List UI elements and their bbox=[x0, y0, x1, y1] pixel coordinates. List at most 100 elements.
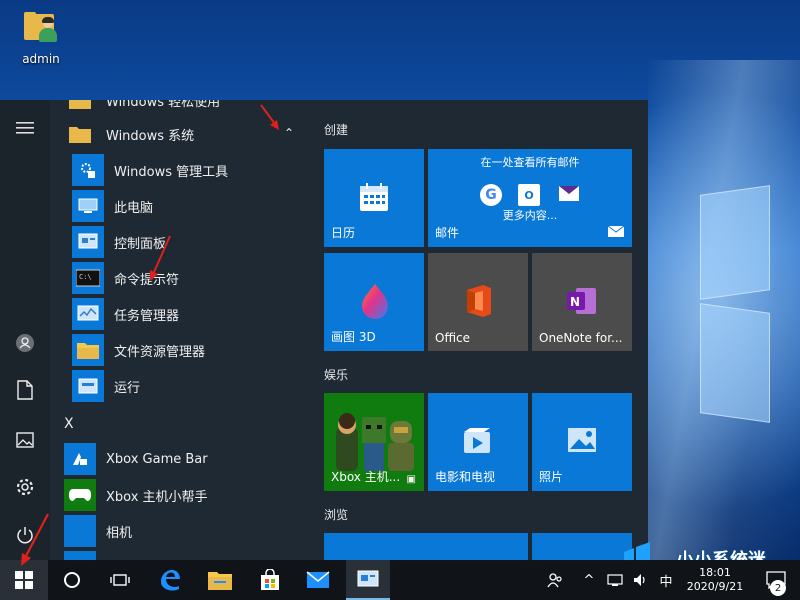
computer-icon bbox=[72, 190, 104, 222]
action-center-button[interactable]: 2 bbox=[756, 560, 796, 600]
list-item-run[interactable]: 运行 bbox=[50, 368, 308, 404]
xbox-game-bar-icon bbox=[64, 443, 96, 475]
tile-label: 邮件 bbox=[435, 226, 460, 240]
envelope-icon bbox=[558, 185, 580, 203]
list-item-label: 命令提示符 bbox=[114, 272, 180, 288]
xbox-badge-icon: ▣ bbox=[406, 474, 416, 485]
ime-indicator[interactable]: 中 bbox=[656, 560, 676, 600]
group-title-create[interactable]: 创建 bbox=[324, 121, 348, 138]
list-item-label: 相机 bbox=[106, 525, 133, 541]
search-button[interactable] bbox=[50, 560, 94, 600]
clock[interactable]: 18:01 2020/9/21 bbox=[680, 560, 750, 600]
group-title-entertainment[interactable]: 娱乐 bbox=[324, 366, 348, 383]
list-item-label: 运行 bbox=[114, 380, 141, 396]
group-title-browse[interactable]: 浏览 bbox=[324, 506, 348, 523]
task-view-icon bbox=[110, 574, 130, 586]
folder-icon bbox=[72, 334, 104, 366]
film-play-icon bbox=[462, 427, 494, 459]
list-item-label: Windows 管理工具 bbox=[114, 164, 229, 180]
start-button[interactable] bbox=[0, 560, 48, 600]
folder-icon bbox=[208, 572, 232, 590]
tile-store-partial[interactable] bbox=[532, 533, 632, 560]
list-item-command-prompt[interactable]: C:\ 命令提示符 bbox=[50, 260, 308, 296]
office-icon bbox=[464, 284, 494, 322]
gear-icon[interactable] bbox=[0, 467, 50, 507]
task-manager-icon bbox=[72, 298, 104, 330]
section-letter-x[interactable]: X bbox=[64, 416, 74, 432]
app-icon bbox=[64, 551, 96, 560]
taskbar-file-explorer[interactable] bbox=[198, 560, 242, 600]
folder-icon bbox=[64, 100, 96, 116]
tile-label: Xbox 主机... bbox=[331, 470, 401, 484]
clock-date: 2020/9/21 bbox=[686, 580, 744, 593]
store-icon bbox=[261, 569, 279, 590]
windows-icon bbox=[15, 571, 33, 589]
start-rail bbox=[0, 100, 50, 560]
taskbar-control-panel[interactable] bbox=[346, 560, 390, 600]
tile-movies-tv[interactable]: 电影和电视 bbox=[428, 393, 528, 491]
tile-label: Office bbox=[435, 331, 471, 345]
terminal-icon: C:\ bbox=[72, 262, 104, 294]
tile-xbox[interactable]: Xbox 主机... ▣ bbox=[324, 393, 424, 491]
list-item-label: 文件资源管理器 bbox=[114, 344, 206, 360]
tile-mail[interactable]: 在一处查看所有邮件 G O 更多内容... 邮件 bbox=[428, 149, 632, 247]
list-item-label: Windows 轻松使用 bbox=[106, 100, 221, 110]
xbox-controller-icon bbox=[64, 479, 96, 511]
chevron-up-icon[interactable]: ⌃ bbox=[284, 126, 294, 140]
run-icon bbox=[72, 370, 104, 402]
clock-time: 18:01 bbox=[699, 566, 731, 579]
start-menu: Windows 轻松使用 Windows 系统 ⌃ Windows 管理工具 此… bbox=[0, 100, 648, 560]
taskbar-edge[interactable] bbox=[148, 560, 192, 600]
app-list: Windows 轻松使用 Windows 系统 ⌃ Windows 管理工具 此… bbox=[50, 100, 310, 560]
onenote-icon: N bbox=[566, 286, 598, 320]
svg-text:C:\: C:\ bbox=[79, 273, 92, 281]
notification-count-badge: 2 bbox=[770, 580, 786, 596]
tile-label: 画图 3D bbox=[331, 330, 376, 344]
list-item-task-manager[interactable]: 任务管理器 bbox=[50, 296, 308, 332]
tile-photos[interactable]: 照片 bbox=[532, 393, 632, 491]
list-item-partial[interactable] bbox=[50, 549, 308, 560]
list-item-admin-tools[interactable]: Windows 管理工具 bbox=[50, 152, 308, 188]
tile-label: 日历 bbox=[331, 226, 356, 240]
network-icon[interactable] bbox=[604, 560, 626, 600]
power-icon[interactable] bbox=[0, 515, 50, 555]
list-item-camera[interactable]: 相机 bbox=[50, 513, 308, 549]
list-item-this-pc[interactable]: 此电脑 bbox=[50, 188, 308, 224]
paint-3d-icon bbox=[360, 283, 390, 323]
task-view-button[interactable] bbox=[98, 560, 142, 600]
tile-edge-partial[interactable] bbox=[324, 533, 528, 560]
user-icon[interactable] bbox=[0, 323, 50, 363]
gear-icon bbox=[72, 154, 104, 186]
camera-icon bbox=[64, 515, 96, 547]
mail-tile-heading: 在一处查看所有邮件 bbox=[480, 156, 580, 169]
list-item-label: Xbox Game Bar bbox=[106, 451, 208, 467]
outlook-icon: O bbox=[518, 184, 540, 206]
volume-icon[interactable] bbox=[630, 560, 652, 600]
control-panel-icon bbox=[357, 570, 379, 587]
list-item-windows-system[interactable]: Windows 系统 ⌃ bbox=[50, 116, 308, 152]
list-item-label: Xbox 主机小帮手 bbox=[106, 489, 208, 505]
document-icon[interactable] bbox=[0, 370, 50, 410]
desktop-icon-admin[interactable]: admin bbox=[14, 8, 68, 66]
user-folder-icon bbox=[24, 12, 58, 42]
tile-paint-3d[interactable]: 画图 3D bbox=[324, 253, 424, 351]
picture-icon[interactable] bbox=[0, 420, 50, 460]
taskbar: ^ 中 18:01 2020/9/21 2 bbox=[0, 560, 800, 600]
list-item-file-explorer[interactable]: 文件资源管理器 bbox=[50, 332, 308, 368]
mail-badge-icon bbox=[607, 222, 625, 241]
people-icon[interactable] bbox=[542, 560, 568, 600]
google-icon: G bbox=[480, 184, 502, 206]
tile-office[interactable]: Office bbox=[428, 253, 528, 351]
taskbar-mail[interactable] bbox=[296, 560, 340, 600]
tile-label: 照片 bbox=[539, 470, 564, 484]
tile-onenote[interactable]: N OneNote for... bbox=[532, 253, 632, 351]
list-item-xbox-companion[interactable]: Xbox 主机小帮手 bbox=[50, 477, 308, 513]
edge-icon bbox=[161, 570, 180, 591]
list-item-control-panel[interactable]: 控制面板 bbox=[50, 224, 308, 260]
photos-icon bbox=[567, 427, 597, 457]
tile-calendar[interactable]: 日历 bbox=[324, 149, 424, 247]
chevron-up-icon[interactable]: ^ bbox=[578, 560, 600, 600]
list-item-xbox-game-bar[interactable]: Xbox Game Bar bbox=[50, 441, 308, 477]
hamburger-icon[interactable] bbox=[0, 108, 50, 148]
taskbar-store[interactable] bbox=[248, 560, 292, 600]
